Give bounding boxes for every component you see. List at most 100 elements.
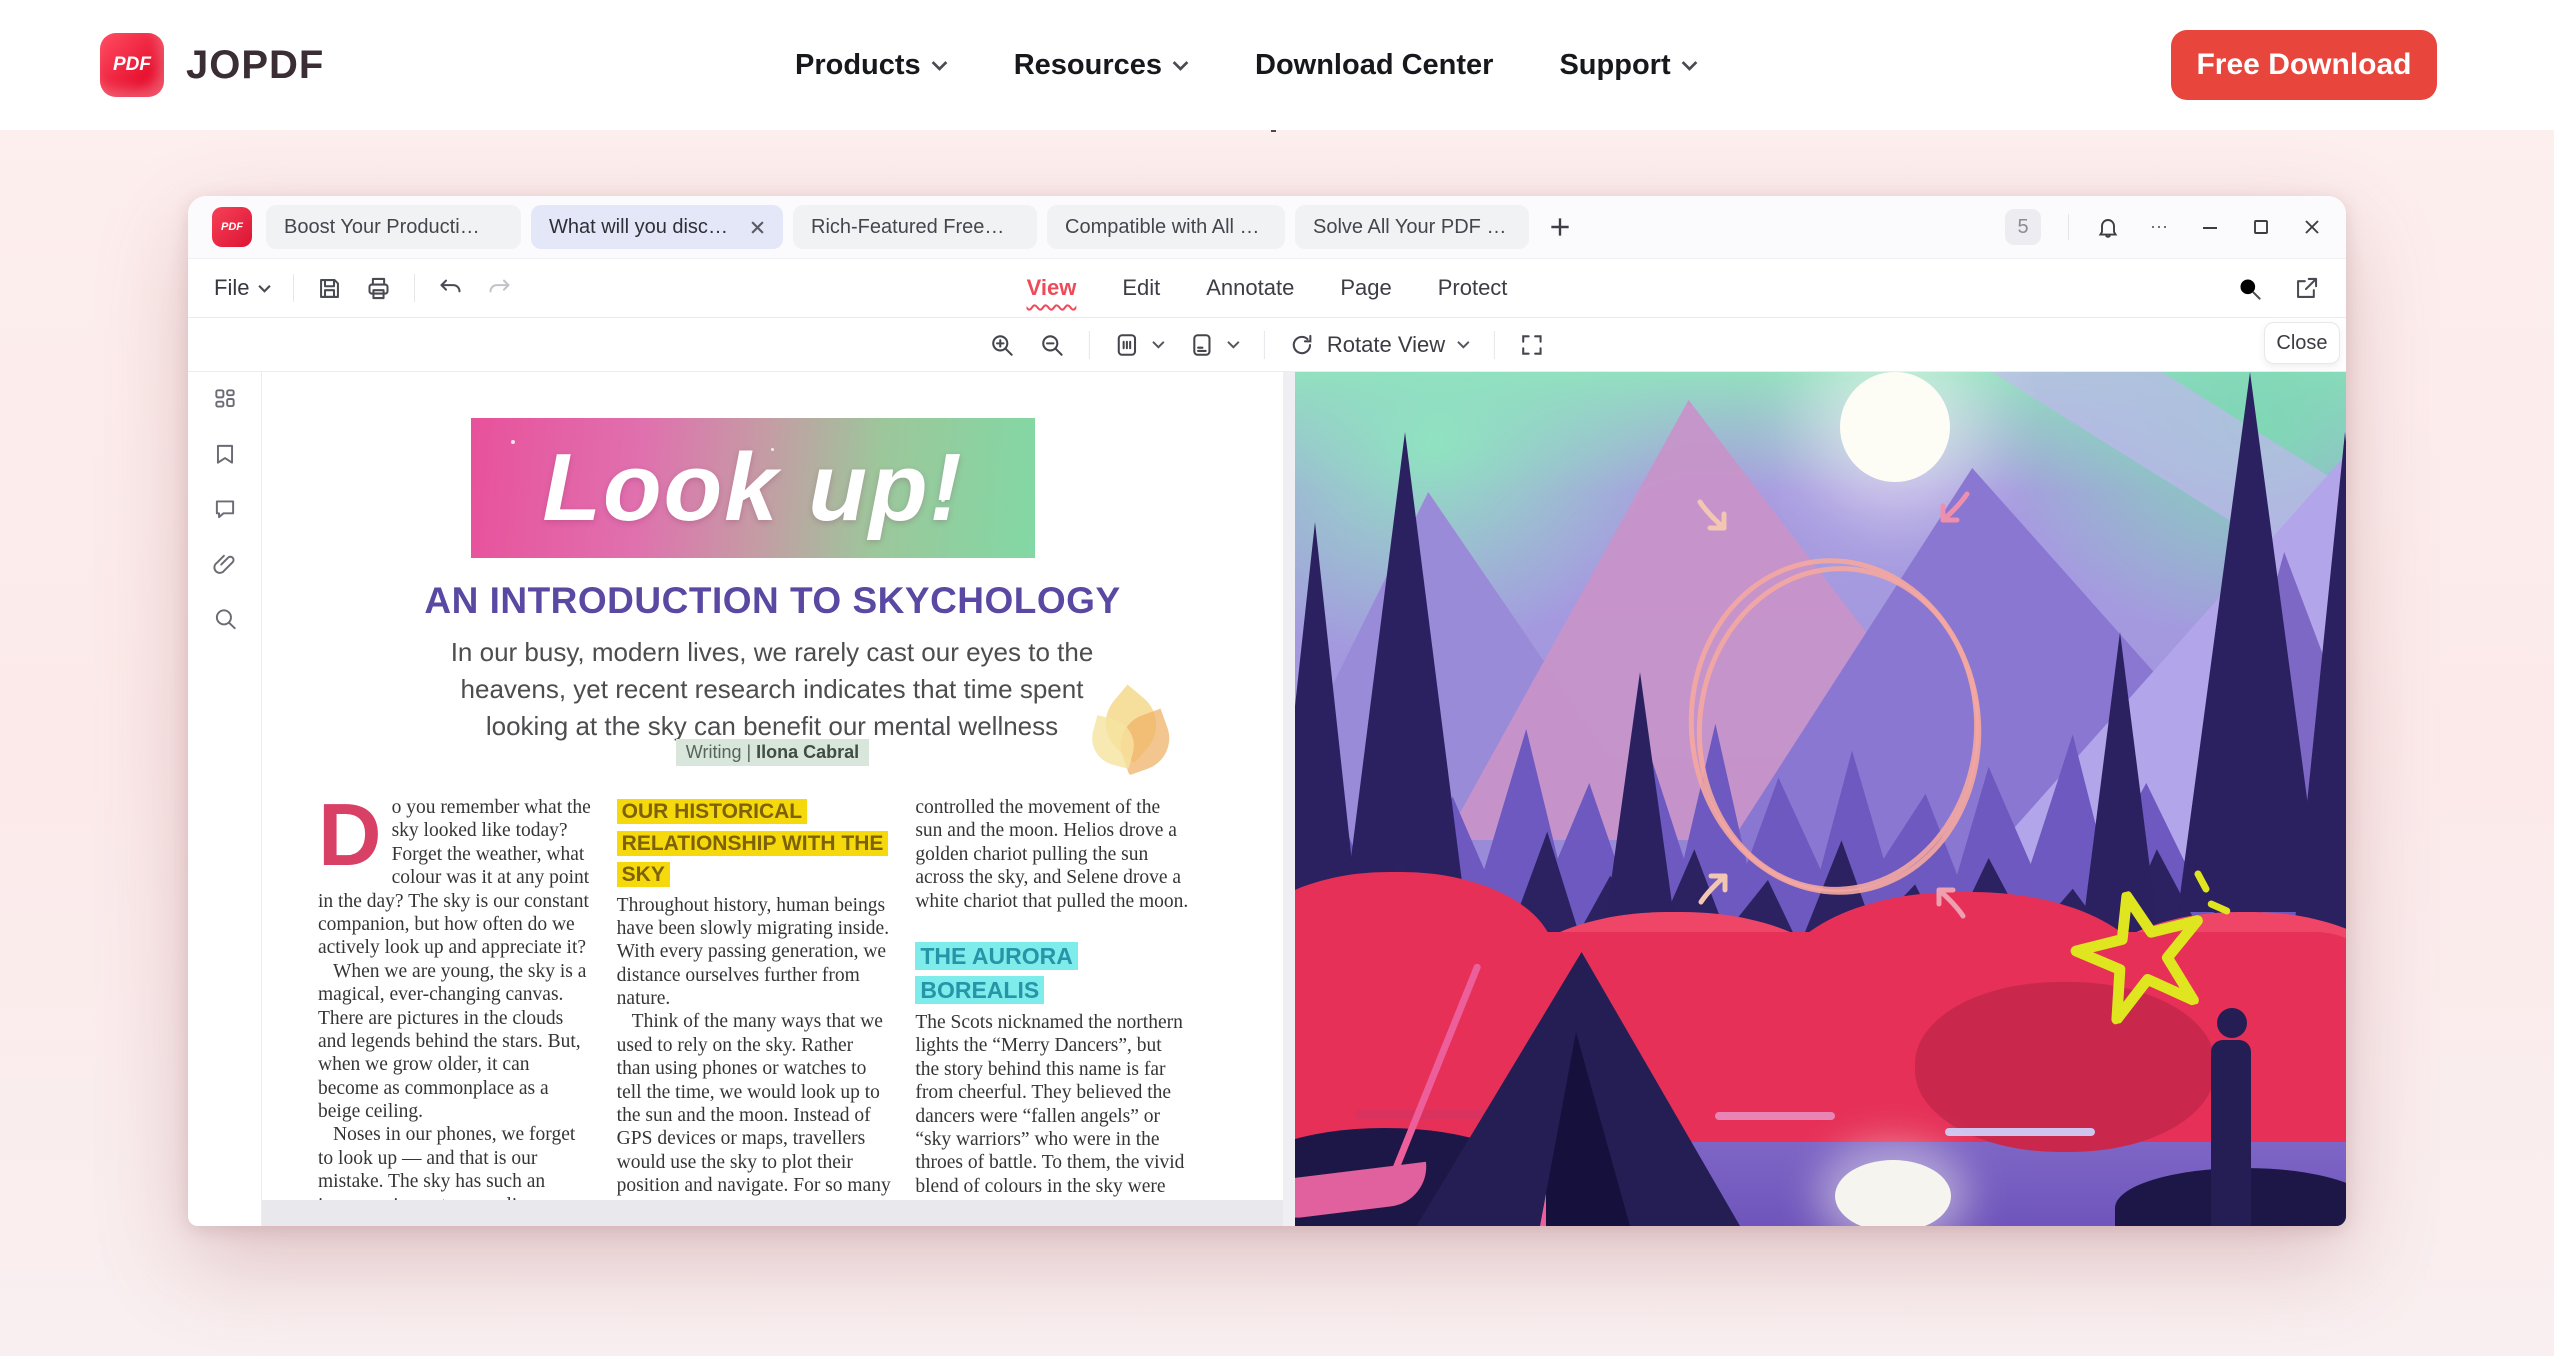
article-columns: Do you remember what the sky looked like… [318, 796, 1190, 1200]
tab-count-badge[interactable]: 5 [2005, 209, 2041, 245]
intro-line: heavens, yet recent research indicates t… [422, 671, 1122, 708]
nav-item-products[interactable]: Products [795, 49, 948, 82]
nav-item-download-center[interactable]: Download Center [1255, 49, 1493, 82]
maximize-icon[interactable] [2249, 215, 2273, 239]
column-2: OUR HISTORICAL RELATIONSHIP WITH THE SKY… [617, 796, 892, 1200]
save-icon[interactable] [316, 275, 343, 302]
tab-label: Compatible with All Desk... [1065, 216, 1261, 239]
paragraph: Throughout history, human beings have be… [617, 894, 892, 1011]
nav-label: Resources [1014, 49, 1162, 82]
nav-item-support[interactable]: Support [1559, 49, 1697, 82]
more-menu-icon[interactable] [2147, 215, 2171, 239]
window-controls: 5 [2005, 205, 2324, 249]
zoom-controls: Rotate View [989, 318, 1545, 371]
toolbar-right-group [2236, 259, 2320, 317]
fullscreen-icon[interactable] [1519, 332, 1545, 358]
print-icon[interactable] [365, 275, 392, 302]
undo-icon[interactable] [437, 275, 464, 302]
actual-size-icon[interactable] [1114, 332, 1140, 358]
tab-boost-productive[interactable]: Boost Your Productive wi... [266, 205, 521, 249]
page-layout-icon[interactable] [1189, 332, 1215, 358]
highlighted-heading-cyan: THE AURORA BOREALIS [915, 942, 1077, 1005]
column-3: controlled the movement of the sun and t… [915, 796, 1190, 1200]
chevron-down-icon [1172, 60, 1189, 71]
nav-label: Support [1559, 49, 1670, 82]
logo[interactable]: PDF JOPDF [100, 33, 324, 97]
person-silhouette [2211, 1040, 2251, 1226]
ribbon-tab-edit[interactable]: Edit [1122, 275, 1160, 301]
nav-label: Download Center [1255, 49, 1493, 82]
nav-label: Products [795, 49, 921, 82]
search-pages-icon[interactable] [212, 606, 238, 632]
divider [1494, 331, 1495, 359]
paragraph: controlled the movement of the sun and t… [915, 796, 1190, 913]
close-window-icon[interactable] [2300, 215, 2324, 239]
intro-line: In our busy, modern lives, we rarely cas… [422, 634, 1122, 671]
zoom-in-icon[interactable] [989, 332, 1015, 358]
logo-text: JOPDF [186, 43, 324, 88]
annotation-arrow[interactable] [1931, 486, 1977, 532]
attachment-icon[interactable] [212, 551, 238, 577]
rotate-icon [1289, 332, 1315, 358]
tab-label: Rich-Featured Free PDF E... [811, 216, 1007, 239]
file-group: File [214, 259, 513, 317]
paragraph: Noses in our phones, we forget to look u… [318, 1123, 593, 1200]
tab-what-will-you-discover[interactable]: What will you discove... [531, 205, 783, 249]
view-toolbar: Rotate View [188, 318, 2346, 372]
article-title: Look up! [542, 433, 963, 543]
site-header: PDF JOPDF Products Resources Download Ce… [0, 0, 2554, 130]
minimize-icon[interactable] [2198, 215, 2222, 239]
ribbon-tab-protect[interactable]: Protect [1438, 275, 1508, 301]
thumbnails-icon[interactable] [212, 386, 238, 412]
paragraph: Think of the many ways that we used to r… [617, 1010, 892, 1200]
ribbon-tabs: View Edit Annotate Page Protect [1027, 259, 1508, 317]
chevron-down-icon[interactable] [1152, 340, 1165, 349]
tab-solve-pdf-problems[interactable]: Solve All Your PDF Proble... [1295, 205, 1529, 249]
bookmark-icon[interactable] [212, 441, 238, 467]
file-menu[interactable]: File [214, 275, 271, 301]
tab-compatible-desktop[interactable]: Compatible with All Desk... [1047, 205, 1285, 249]
tab-close-icon[interactable] [750, 220, 765, 235]
app-tab-bar: PDF Boost Your Productive wi... What wil… [188, 196, 2346, 258]
divider [293, 274, 294, 302]
annotation-arrow[interactable] [1690, 494, 1736, 540]
pdf-logo-icon: PDF [100, 33, 164, 97]
close-view-button[interactable]: Close [2264, 322, 2340, 364]
chevron-down-icon[interactable] [1227, 340, 1240, 349]
redo-icon[interactable] [486, 275, 513, 302]
chevron-down-icon [1681, 60, 1698, 71]
annotation-arrow[interactable] [1927, 878, 1973, 924]
divider [1264, 331, 1265, 359]
annotation-arrow[interactable] [1691, 864, 1737, 910]
moon [1840, 372, 1950, 482]
highlighted-heading-yellow: OUR HISTORICAL RELATIONSHIP WITH THE SKY [617, 799, 889, 887]
paragraph: The Scots nicknamed the northern lights … [915, 1011, 1190, 1200]
article-subtitle: AN INTRODUCTION TO SKYCHOLOGY [262, 580, 1283, 622]
free-download-button[interactable]: Free Download [2171, 30, 2437, 100]
share-export-icon[interactable] [2293, 275, 2320, 302]
dropcap: D [318, 802, 382, 869]
ribbon-tab-view[interactable]: View [1027, 275, 1077, 301]
rotate-view-control[interactable]: Rotate View [1289, 332, 1470, 358]
rotate-view-label: Rotate View [1327, 332, 1445, 358]
ribbon-tab-annotate[interactable]: Annotate [1206, 275, 1294, 301]
comment-icon[interactable] [212, 496, 238, 522]
file-menu-label: File [214, 275, 249, 301]
chevron-down-icon [1457, 340, 1470, 349]
new-tab-icon[interactable] [1547, 214, 1573, 240]
tab-label: What will you discove... [549, 216, 736, 239]
tab-label: Solve All Your PDF Proble... [1313, 216, 1509, 239]
ribbon-tab-page[interactable]: Page [1340, 275, 1391, 301]
search-icon[interactable] [2236, 275, 2263, 302]
notification-bell-icon[interactable] [2096, 215, 2120, 239]
nav-item-resources[interactable]: Resources [1014, 49, 1189, 82]
water-reflection [1715, 1112, 1835, 1120]
divider [414, 274, 415, 302]
person-silhouette-head [2217, 1008, 2247, 1038]
zoom-out-icon[interactable] [1039, 332, 1065, 358]
leaf-decoration [1085, 690, 1181, 782]
tab-rich-featured[interactable]: Rich-Featured Free PDF E... [793, 205, 1037, 249]
main-toolbar: File View Edit Annotate Page Protect [188, 258, 2346, 318]
chevron-down-icon [258, 283, 271, 294]
document-area: Look up! AN INTRODUCTION TO SKYCHOLOGY I… [188, 372, 2346, 1226]
